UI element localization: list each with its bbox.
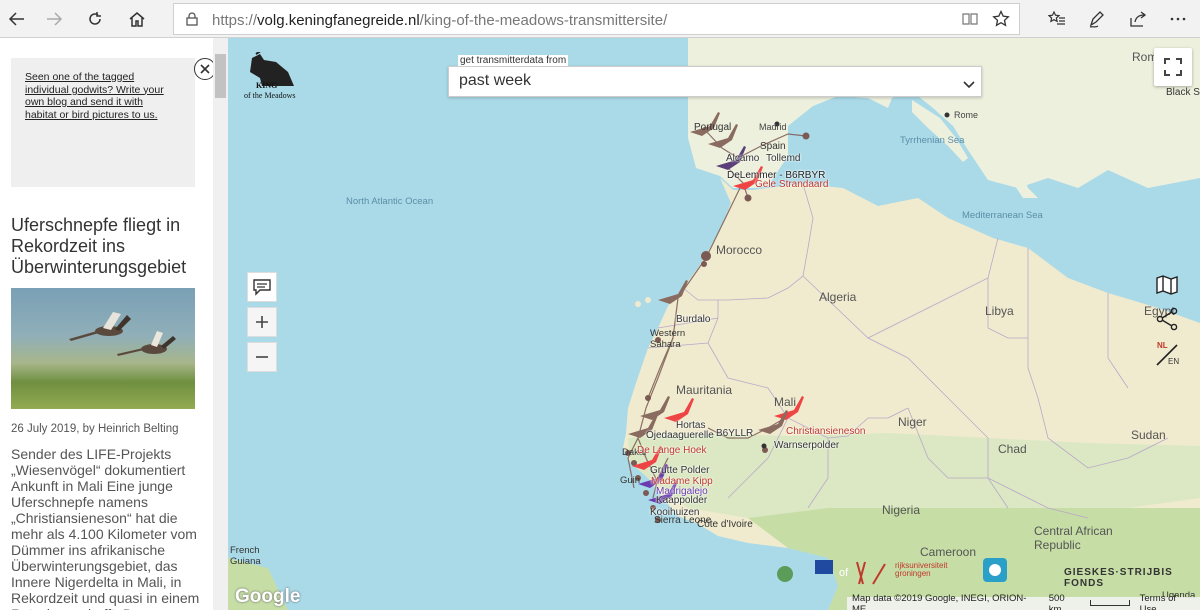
tracking-map[interactable]: KING of the Meadows past week get transm… bbox=[228, 38, 1200, 610]
plus-icon bbox=[256, 316, 268, 328]
nigeria-label: Nigeria bbox=[882, 503, 921, 517]
bird-label[interactable]: Alcamo bbox=[726, 153, 759, 164]
minus-icon bbox=[256, 356, 268, 358]
article-photo[interactable] bbox=[11, 288, 195, 409]
sidebar-scrollbar[interactable] bbox=[213, 38, 228, 610]
chad-label: Chad bbox=[998, 442, 1027, 456]
lock-icon bbox=[186, 12, 198, 31]
share-map-button[interactable] bbox=[1152, 304, 1182, 334]
select-value: past week bbox=[459, 72, 532, 89]
lang-nl[interactable]: NL bbox=[1157, 341, 1168, 350]
med-label: Mediterranean Sea bbox=[962, 210, 1043, 221]
terms-link[interactable]: Terms of Use bbox=[1135, 593, 1200, 610]
bird-label[interactable]: Christiansieneson bbox=[786, 426, 866, 437]
bird-label[interactable]: Tollemd bbox=[766, 153, 800, 164]
favorites-list-icon[interactable] bbox=[1042, 4, 1072, 34]
share-network-icon bbox=[1156, 307, 1178, 331]
blacksea-label: Black Se bbox=[1166, 87, 1200, 98]
bird-label[interactable]: Gele Strandaard bbox=[755, 179, 828, 190]
article-body: Sender des LIFE-Projekts „Wiesenvögel“ d… bbox=[11, 446, 200, 610]
transmitter-period-select[interactable]: past week bbox=[448, 66, 982, 97]
lang-en[interactable]: EN bbox=[1168, 357, 1179, 366]
map-attribution: Map data ©2019 Google, INEGI, ORION-ME 5… bbox=[847, 593, 1200, 610]
write-blog-link[interactable]: Seen one of the tagged individual godwit… bbox=[25, 71, 165, 121]
reading-view-icon[interactable] bbox=[962, 11, 978, 32]
select-caption: get transmitterdata from bbox=[458, 55, 569, 66]
mauritania-label: Mauritania bbox=[676, 383, 733, 397]
close-icon bbox=[200, 64, 210, 74]
rug-text: rijksuniversiteit groningen bbox=[895, 561, 948, 578]
rome-label: Rome bbox=[954, 110, 979, 120]
libya-label: Libya bbox=[985, 304, 1014, 318]
wsahara-label: Western Sahara bbox=[650, 328, 686, 350]
logo-subtitle: of the Meadows bbox=[244, 91, 296, 100]
sponsor-logos: of rijksuniversiteit groningen GIESKES·S… bbox=[773, 556, 1173, 592]
address-bar[interactable]: https://volg.keningfanegreide.nl/king-of… bbox=[173, 3, 1020, 35]
attribution-text: Map data ©2019 Google, INEGI, ORION-ME bbox=[852, 592, 1027, 610]
scale-label[interactable]: 500 km bbox=[1044, 593, 1085, 610]
chevron-down-icon bbox=[963, 76, 975, 94]
map-type-button[interactable] bbox=[1152, 270, 1182, 300]
bird-label[interactable]: Kaappolder bbox=[656, 495, 707, 506]
forward-icon[interactable] bbox=[39, 4, 69, 34]
mali-label: Mali bbox=[774, 395, 797, 409]
bird-label[interactable]: Grutte Polder bbox=[650, 465, 709, 476]
url-host: volg.keningfanegreide.nl bbox=[257, 12, 420, 29]
eu-flag bbox=[815, 560, 833, 574]
french-guiana-label: French Guiana bbox=[230, 545, 261, 567]
logo-title: KING bbox=[256, 81, 278, 90]
sudan-label: Sudan bbox=[1131, 428, 1166, 442]
bird-label[interactable]: Burdalo bbox=[676, 314, 710, 325]
sponsor-logo-1 bbox=[777, 566, 793, 582]
portugal-label: Portugal bbox=[694, 122, 732, 133]
favorite-star-icon[interactable] bbox=[992, 9, 1010, 33]
comment-button[interactable] bbox=[247, 272, 277, 302]
ocean-label: North Atlantic Ocean bbox=[346, 196, 434, 207]
scale-bar bbox=[1085, 598, 1135, 609]
bird-label[interactable]: Ojedaaguerelle bbox=[646, 430, 714, 441]
article-title[interactable]: Uferschnepfe fliegt in Rekordzeit ins Üb… bbox=[11, 215, 211, 278]
algeria-label: Algeria bbox=[819, 290, 857, 304]
blog-sidebar: Seen one of the tagged individual godwit… bbox=[0, 38, 228, 610]
madrid-label: Madrid bbox=[759, 122, 787, 132]
bird-label[interactable]: De Lange Hoek bbox=[637, 445, 707, 456]
zoom-out-button[interactable] bbox=[247, 342, 277, 372]
niger-label: Niger bbox=[898, 415, 927, 429]
browser-toolbar: https://volg.keningfanegreide.nl/king-of… bbox=[0, 0, 1200, 38]
comment-icon bbox=[253, 279, 271, 296]
share-icon[interactable] bbox=[1123, 4, 1153, 34]
more-menu-icon[interactable] bbox=[1163, 4, 1193, 34]
guinea-label: Guin bbox=[620, 475, 641, 486]
map-icon bbox=[1156, 275, 1178, 295]
gieskes-strijbis-text: GIESKES·STRIJBIS FONDS bbox=[1064, 567, 1173, 589]
url-text: https://volg.keningfanegreide.nl/king-of… bbox=[212, 12, 667, 29]
morocco-label: Morocco bbox=[716, 243, 763, 257]
google-logo: Google bbox=[235, 586, 301, 607]
home-icon[interactable] bbox=[122, 4, 152, 34]
url-path: /king-of-the-meadows-transmittersite/ bbox=[419, 12, 668, 29]
zoom-in-button[interactable] bbox=[247, 307, 277, 337]
fullscreen-button[interactable] bbox=[1154, 48, 1192, 86]
bird-label[interactable]: Kooihuizen bbox=[650, 507, 699, 518]
spain-label: Spain bbox=[760, 141, 786, 152]
bird-label[interactable]: Warnserpolder bbox=[774, 440, 839, 451]
bird-label[interactable]: B6YLLR bbox=[716, 428, 753, 439]
refresh-icon[interactable] bbox=[80, 4, 110, 34]
pen-notes-icon[interactable] bbox=[1082, 4, 1112, 34]
sponsor-of-text: of bbox=[839, 567, 849, 579]
car-label: Central African Republic bbox=[1034, 524, 1113, 552]
back-icon[interactable] bbox=[2, 4, 32, 34]
article-meta: 26 July 2019, by Heinrich Belting bbox=[11, 423, 179, 435]
sidebar-scroll-thumb[interactable] bbox=[215, 54, 226, 98]
url-prefix: https:// bbox=[212, 12, 258, 29]
tyrrhenian-label: Tyrrhenian Sea bbox=[900, 135, 965, 146]
fullscreen-icon bbox=[1164, 58, 1182, 76]
